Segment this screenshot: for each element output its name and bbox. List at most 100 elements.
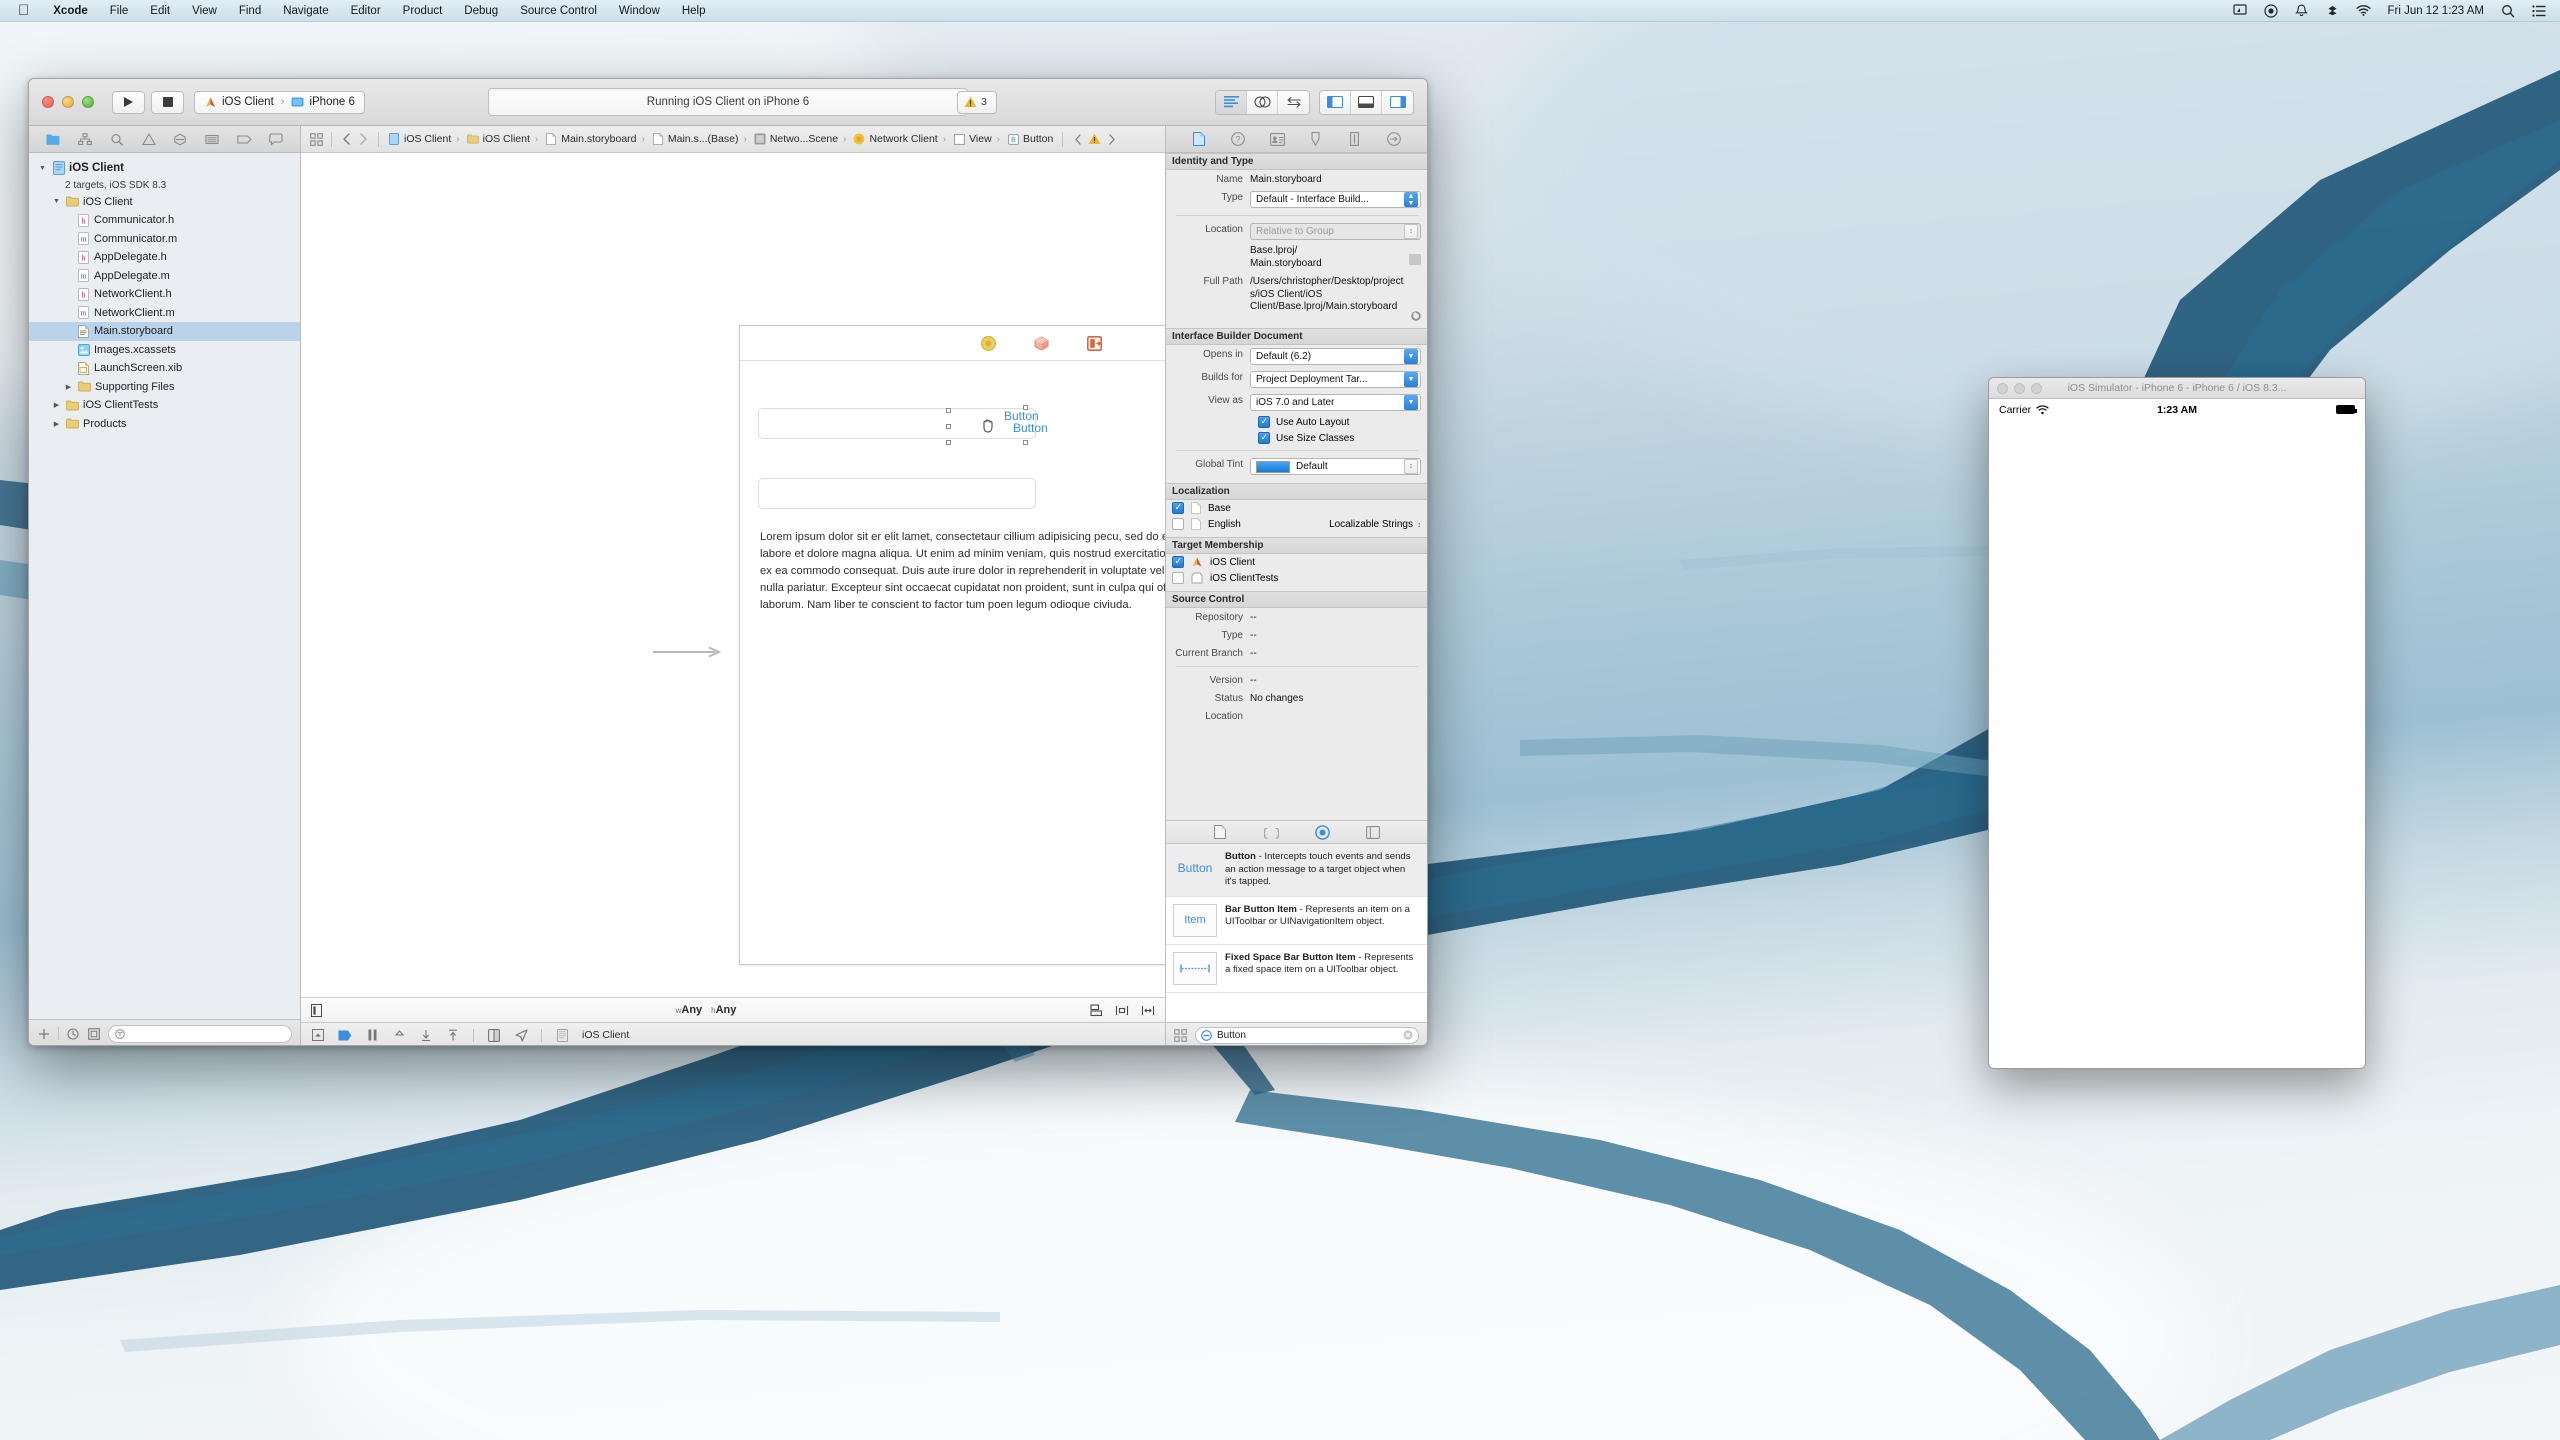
pin-icon[interactable] xyxy=(1115,1004,1129,1017)
warning-triangle-icon[interactable] xyxy=(1086,131,1103,148)
menu-item-edit[interactable]: Edit xyxy=(139,0,181,22)
breadcrumb-project[interactable]: iOS Client › xyxy=(385,133,464,146)
report-navigator-tab[interactable] xyxy=(266,130,286,148)
location-simulation-icon[interactable] xyxy=(514,1028,528,1042)
next-issue-button[interactable] xyxy=(1103,131,1120,148)
chevron-down-icon[interactable]: ▼ xyxy=(1404,395,1418,410)
menu-item-help[interactable]: Help xyxy=(671,0,717,22)
menu-item-find[interactable]: Find xyxy=(228,0,272,22)
menu-item-window[interactable]: Window xyxy=(608,0,671,22)
opens-in-popup[interactable]: Default (6.2) ▼ xyxy=(1250,348,1421,365)
disclosure-triangle-icon[interactable]: ▼ xyxy=(51,198,62,205)
breadcrumb-viewcontroller[interactable]: Network Client › xyxy=(850,133,950,146)
checkbox-icon[interactable] xyxy=(1172,572,1184,584)
tree-row-communicator-h[interactable]: h Communicator.h xyxy=(29,211,300,230)
tree-row-appdelegate-h[interactable]: h AppDelegate.h xyxy=(29,248,300,267)
button-label-2[interactable]: Button xyxy=(1013,421,1048,435)
reveal-in-finder-icon[interactable] xyxy=(1411,311,1421,321)
resolve-issues-icon[interactable] xyxy=(1141,1004,1155,1017)
tint-color-swatch[interactable] xyxy=(1256,460,1290,473)
spotlight-search-icon[interactable] xyxy=(2500,3,2515,18)
canvas-resize-icon[interactable] xyxy=(311,1003,322,1017)
tree-row-products[interactable]: ▶ Products xyxy=(29,415,300,434)
notification-bell-icon[interactable] xyxy=(2294,3,2309,18)
breadcrumb-button[interactable]: B Button xyxy=(1004,133,1056,146)
step-out-icon[interactable] xyxy=(446,1028,460,1042)
chevron-updown-icon[interactable]: ↕ xyxy=(1404,459,1418,474)
breadcrumb-group[interactable]: iOS Client › xyxy=(464,133,543,146)
scheme-selector[interactable]: iOS Client › iPhone 6 xyxy=(194,90,365,114)
previous-issue-button[interactable] xyxy=(1069,131,1086,148)
toggle-debug-area-button[interactable] xyxy=(1351,90,1382,114)
project-navigator-tab[interactable] xyxy=(43,130,63,148)
checkbox-icon[interactable] xyxy=(1258,432,1270,444)
quick-help-inspector-tab[interactable]: ? xyxy=(1229,131,1248,148)
selection-handle[interactable] xyxy=(1023,440,1028,445)
identity-inspector-tab[interactable] xyxy=(1268,131,1287,148)
tree-row-appdelegate-m[interactable]: m AppDelegate.m xyxy=(29,267,300,286)
standard-editor-button[interactable] xyxy=(1216,90,1247,114)
record-icon[interactable] xyxy=(2263,3,2278,18)
wifi-icon[interactable] xyxy=(2356,3,2372,18)
breadcrumb-view[interactable]: View › xyxy=(950,133,1004,146)
debug-navigator-tab[interactable] xyxy=(202,130,222,148)
tree-row-main-storyboard[interactable]: Main.storyboard xyxy=(29,322,300,341)
warning-indicator[interactable]: 3 xyxy=(957,90,997,114)
menu-item-file[interactable]: File xyxy=(99,0,140,22)
text-field-2[interactable] xyxy=(758,478,1036,509)
related-items-icon[interactable] xyxy=(308,131,325,148)
selection-handle[interactable] xyxy=(946,440,951,445)
menu-item-editor[interactable]: Editor xyxy=(340,0,392,22)
issue-navigator-tab[interactable] xyxy=(139,130,159,148)
simulator-screen[interactable] xyxy=(1989,421,2365,1068)
run-button[interactable] xyxy=(112,90,145,114)
hide-debug-area-icon[interactable] xyxy=(311,1028,325,1042)
airplay-icon[interactable] xyxy=(2232,3,2247,18)
object-library-list[interactable]: Button Button - Intercepts touch events … xyxy=(1166,844,1427,1022)
target-row-ios-clienttests[interactable]: iOS ClientTests xyxy=(1166,570,1427,586)
zoom-button[interactable] xyxy=(82,96,94,108)
step-over-icon[interactable] xyxy=(392,1028,406,1042)
toggle-utilities-button[interactable] xyxy=(1382,91,1413,114)
clear-filter-icon[interactable] xyxy=(1403,1030,1413,1040)
builds-for-popup[interactable]: Project Deployment Tar... ▼ xyxy=(1250,371,1421,388)
ios-simulator-window[interactable]: iOS Simulator - iPhone 6 - iPhone 6 / iO… xyxy=(1988,377,2366,1069)
chevron-down-icon[interactable]: ▼ xyxy=(1404,349,1418,364)
canvas-surface[interactable]: Lorem ipsum dolor sit er elit lamet, con… xyxy=(301,153,1165,997)
view-as-popup[interactable]: iOS 7.0 and Later ▼ xyxy=(1250,394,1421,411)
choose-folder-icon[interactable] xyxy=(1409,254,1421,265)
selection-handle[interactable] xyxy=(1023,405,1028,410)
find-navigator-tab[interactable] xyxy=(107,130,127,148)
step-into-icon[interactable] xyxy=(419,1028,433,1042)
xcode-window[interactable]: iOS Client › iPhone 6 Running iOS Client… xyxy=(28,78,1428,1046)
close-button[interactable] xyxy=(42,96,54,108)
target-row-ios-client[interactable]: iOS Client xyxy=(1166,554,1427,570)
menu-bar-clock[interactable]: Fri Jun 12 1:23 AM xyxy=(2387,5,2484,17)
size-class-indicator[interactable]: wAny hAny xyxy=(676,1004,737,1016)
selection-handle[interactable] xyxy=(946,424,951,429)
checkbox-icon[interactable] xyxy=(1172,502,1184,514)
tree-row-project[interactable]: ▼ iOS Client xyxy=(29,159,300,178)
tree-row-networkclient-h[interactable]: h NetworkClient.h xyxy=(29,285,300,304)
menu-item-source-control[interactable]: Source Control xyxy=(509,0,608,22)
stop-button[interactable] xyxy=(151,90,184,114)
library-grid-view-icon[interactable] xyxy=(1174,1028,1187,1042)
disclosure-triangle-icon[interactable]: ▼ xyxy=(37,165,48,172)
storyboard-entry-icon[interactable] xyxy=(1086,335,1102,351)
recent-files-filter-icon[interactable] xyxy=(66,1027,80,1041)
view-controller-scene[interactable]: Lorem ipsum dolor sit er elit lamet, con… xyxy=(739,325,1165,965)
tree-row-ios-client-group[interactable]: ▼ iOS Client xyxy=(29,193,300,212)
pause-icon[interactable] xyxy=(365,1028,379,1042)
menu-item-debug[interactable]: Debug xyxy=(453,0,509,22)
add-button-icon[interactable] xyxy=(37,1027,51,1041)
source-control-filter-icon[interactable] xyxy=(87,1027,101,1041)
dropbox-icon[interactable] xyxy=(2325,3,2340,18)
file-inspector-tab[interactable] xyxy=(1190,131,1209,148)
menu-item-product[interactable]: Product xyxy=(392,0,454,22)
menu-item-view[interactable]: View xyxy=(181,0,228,22)
global-tint-popup[interactable]: Default ↕ xyxy=(1250,458,1421,475)
toggle-navigator-button[interactable] xyxy=(1320,90,1351,114)
disclosure-triangle-icon[interactable]: ▶ xyxy=(51,420,62,428)
file-template-library-tab[interactable] xyxy=(1212,824,1229,840)
selection-handle[interactable] xyxy=(946,408,951,413)
